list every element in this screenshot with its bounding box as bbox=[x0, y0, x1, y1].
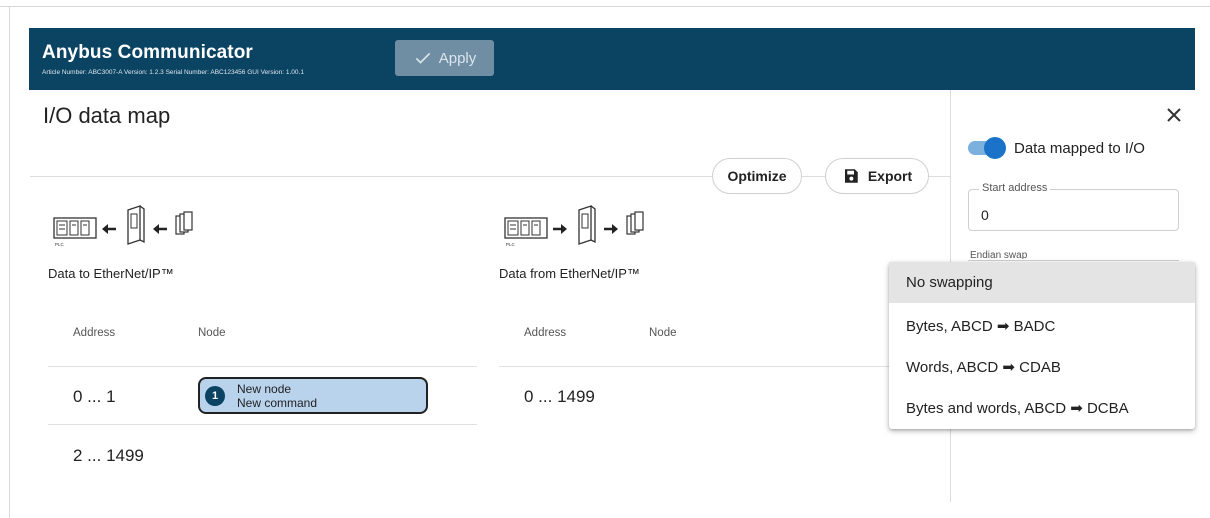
device-info: Article Number: ABC3007-A Version: 1.2.3… bbox=[42, 69, 304, 76]
to-ethernet-row-address: 2 ... 1499 bbox=[73, 446, 144, 465]
window-border-left bbox=[9, 6, 10, 518]
arrow-left-icon bbox=[153, 224, 167, 234]
from-ethernet-diagram: PLC bbox=[504, 205, 644, 247]
row-divider bbox=[499, 366, 889, 367]
start-address-value: 0 bbox=[981, 207, 989, 223]
node-card[interactable]: 1 New node New command bbox=[198, 377, 428, 414]
check-icon bbox=[415, 52, 430, 64]
svg-text:PLC: PLC bbox=[55, 242, 65, 247]
row-divider bbox=[48, 366, 477, 367]
node-index-badge: 1 bbox=[205, 386, 225, 406]
optimize-button[interactable]: Optimize bbox=[712, 158, 802, 194]
to-ethernet-node-header: Node bbox=[198, 327, 226, 339]
toggle-label: Data mapped to I/O bbox=[1014, 140, 1145, 157]
endian-option-bytes[interactable]: Bytes, ABCD ➡ BADC bbox=[889, 305, 1195, 346]
endian-option-no-swapping[interactable]: No swapping bbox=[889, 262, 1195, 303]
close-icon[interactable] bbox=[1163, 104, 1185, 126]
save-icon bbox=[844, 169, 858, 183]
arrow-left-icon bbox=[102, 224, 116, 234]
start-address-input[interactable] bbox=[968, 189, 1179, 231]
devices-icon bbox=[175, 211, 193, 235]
devices-icon bbox=[626, 211, 644, 235]
endian-option-words[interactable]: Words, ABCD ➡ CDAB bbox=[889, 346, 1195, 387]
start-address-label: Start address bbox=[979, 182, 1051, 194]
endian-swap-dropdown: No swapping Bytes, ABCD ➡ BADC Words, AB… bbox=[889, 262, 1195, 429]
app-title: Anybus Communicator bbox=[42, 42, 253, 63]
to-ethernet-address-header: Address bbox=[73, 327, 116, 339]
apply-label: Apply bbox=[438, 49, 477, 67]
to-ethernet-diagram: PLC bbox=[53, 205, 193, 247]
app-header: Anybus Communicator Article Number: ABC3… bbox=[29, 28, 1195, 90]
toggle-knob[interactable] bbox=[984, 137, 1006, 159]
node-name: New node bbox=[237, 382, 292, 396]
to-ethernet-row-address: 0 ... 1 bbox=[73, 387, 116, 406]
from-ethernet-label: Data from EtherNet/IP™ bbox=[499, 266, 640, 281]
node-command: New command bbox=[237, 396, 318, 410]
row-divider bbox=[48, 424, 477, 425]
svg-text:PLC: PLC bbox=[506, 242, 516, 247]
from-ethernet-row-address: 0 ... 1499 bbox=[524, 387, 595, 406]
apply-button[interactable]: Apply bbox=[395, 40, 494, 76]
to-ethernet-label: Data to EtherNet/IP™ bbox=[48, 266, 174, 281]
endian-swap-label: Endian swap bbox=[967, 250, 1031, 259]
arrow-right-icon bbox=[553, 224, 567, 234]
title-divider bbox=[30, 176, 950, 177]
page-title: I/O data map bbox=[43, 103, 171, 128]
gateway-icon bbox=[127, 205, 145, 245]
gateway-icon bbox=[578, 205, 596, 245]
from-ethernet-address-header: Address bbox=[524, 327, 567, 339]
export-label: Export bbox=[867, 168, 913, 184]
optimize-label: Optimize bbox=[727, 168, 787, 184]
endian-option-bytes-and-words[interactable]: Bytes and words, ABCD ➡ DCBA bbox=[889, 387, 1195, 428]
window-border-top bbox=[0, 6, 1210, 7]
arrow-right-icon bbox=[604, 224, 618, 234]
from-ethernet-node-header: Node bbox=[649, 327, 677, 339]
plc-icon: PLC bbox=[504, 217, 548, 247]
plc-icon: PLC bbox=[53, 217, 97, 247]
export-button[interactable]: Export bbox=[825, 158, 929, 194]
